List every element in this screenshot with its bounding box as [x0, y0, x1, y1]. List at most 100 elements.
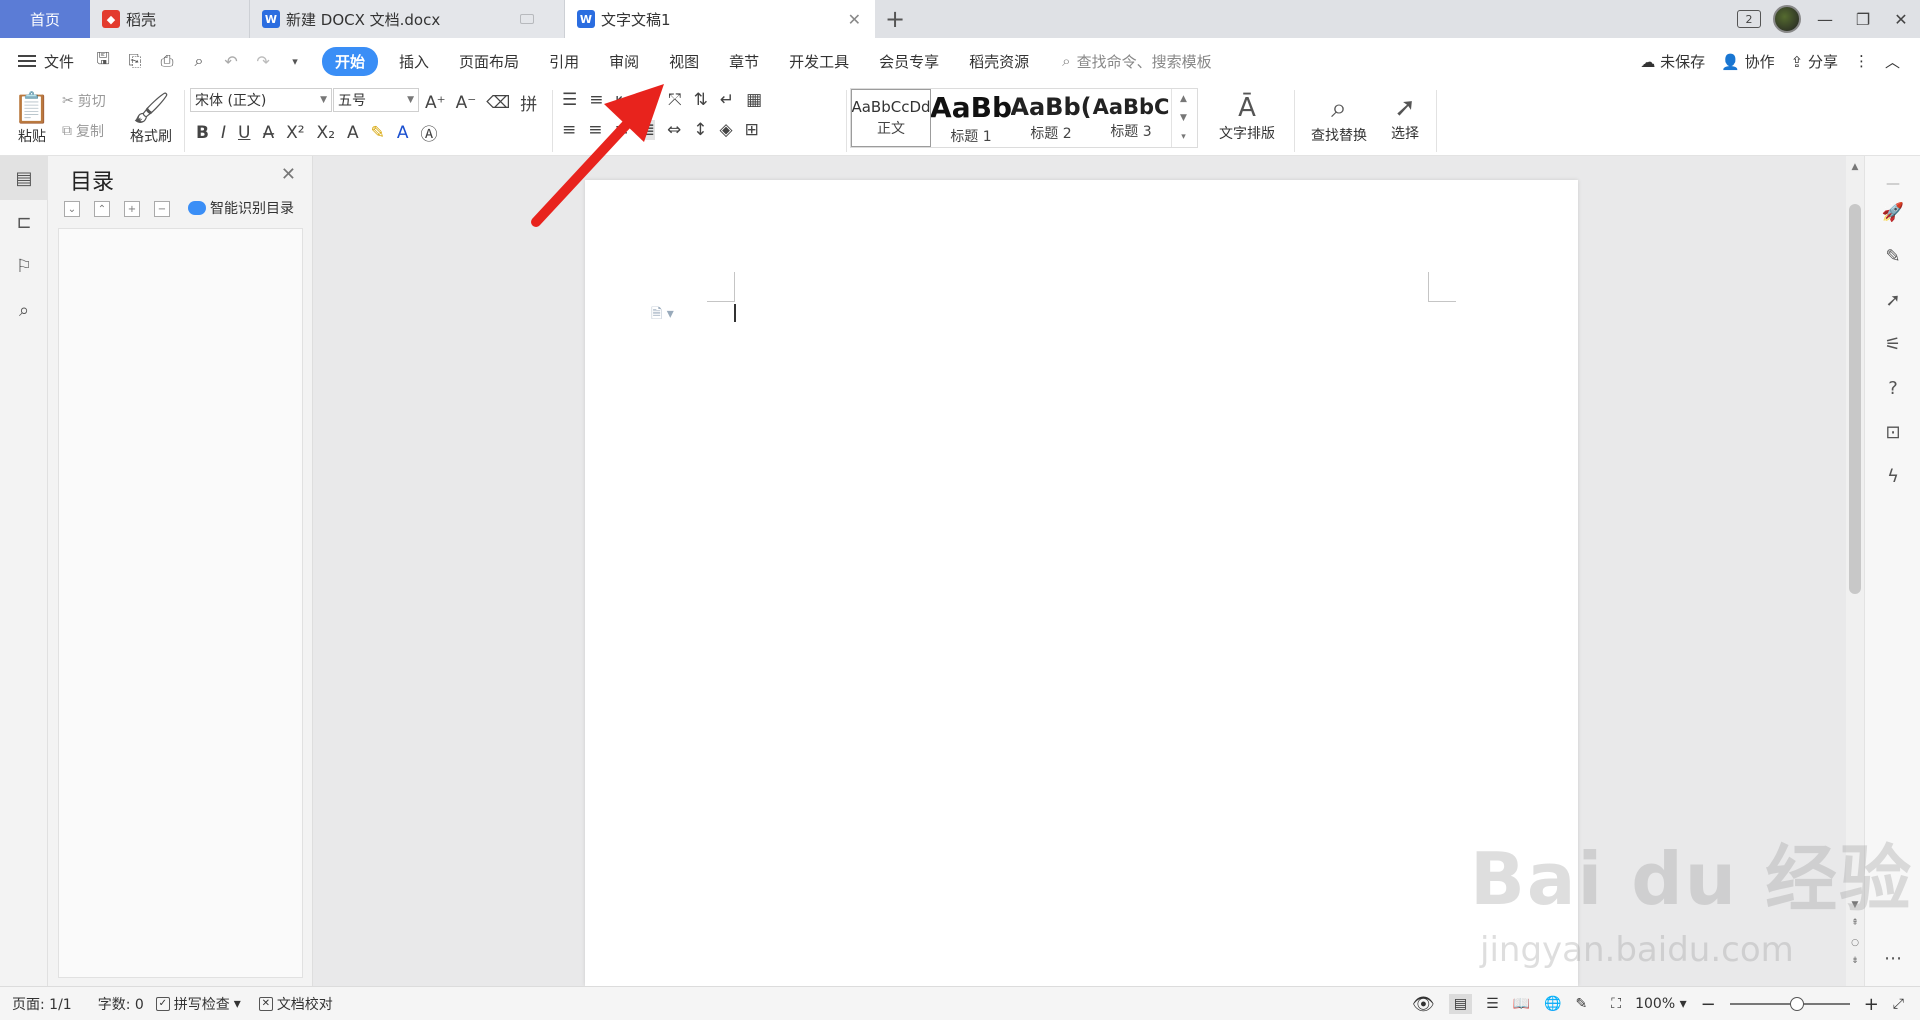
share-button[interactable]: ⇪ 分享 [1791, 51, 1838, 72]
font-color-icon[interactable]: A [397, 123, 409, 143]
multi-window-button[interactable]: 2 [1730, 0, 1768, 38]
zoom-slider[interactable] [1729, 997, 1850, 1011]
add-level-icon[interactable]: + [124, 201, 140, 217]
eye-protect-icon[interactable]: 👁 [1412, 994, 1435, 1015]
chevron-up-icon[interactable]: ▲ [1846, 162, 1864, 172]
tab-review[interactable]: 审阅 [594, 51, 654, 72]
expand-all-icon[interactable]: ⌄ [64, 201, 80, 217]
new-tab-button[interactable]: + [875, 0, 915, 38]
text-layout-button[interactable]: Ā 文字排版 [1210, 88, 1284, 148]
pen-icon[interactable]: ✎ [1865, 246, 1920, 267]
more-icon[interactable]: ⋮ [1854, 52, 1869, 70]
more-icon[interactable]: ⋯ [1865, 948, 1920, 969]
find-replace-button[interactable]: ⌕ 查找替换 [1302, 88, 1376, 148]
page-view-icon[interactable]: ▤ [1448, 994, 1473, 1014]
minimize-button[interactable]: — [1806, 0, 1844, 38]
cut-button[interactable]: ✂ 剪切 [62, 88, 106, 114]
close-window-button[interactable]: ✕ [1882, 0, 1920, 38]
tab-docx[interactable]: W 新建 DOCX 文档.docx [250, 0, 565, 38]
format-painter-button[interactable]: 🖌 格式刷 [126, 88, 176, 148]
style-normal[interactable]: AaBbCcDd 正文 [851, 89, 931, 147]
shrink-font-icon[interactable]: A⁻ [456, 93, 477, 113]
zoom-out-button[interactable]: − [1701, 994, 1716, 1015]
char-border-icon[interactable]: Ⓐ [421, 120, 438, 145]
pointer-icon[interactable]: ➚ [1865, 290, 1920, 311]
restore-button[interactable]: ❐ [1844, 0, 1882, 38]
zoom-in-button[interactable]: + [1864, 994, 1879, 1015]
strikethrough-icon[interactable]: A̶ [262, 123, 274, 143]
chinese-layout-icon[interactable]: ⤧ [668, 90, 682, 110]
tab-chapter[interactable]: 章节 [714, 51, 774, 72]
close-icon[interactable]: ✕ [281, 164, 296, 185]
paragraph-doc-icon[interactable]: 🗎 ▾ [651, 303, 674, 327]
chapter-nav-button[interactable]: ⊏ [0, 200, 48, 244]
zoom-slider-knob[interactable] [1789, 997, 1804, 1011]
lightning-icon[interactable]: ϟ [1865, 466, 1920, 487]
collapse-panel-icon[interactable]: — [1865, 176, 1920, 192]
clear-format-icon[interactable]: ⌫ [486, 93, 510, 113]
fullscreen-icon[interactable]: ⤢ [1893, 996, 1904, 1012]
collab-button[interactable]: 👤 协作 [1721, 51, 1774, 72]
font-size-select[interactable]: 五号 ▼ [333, 88, 419, 112]
fit-page-icon[interactable]: ⛶ [1611, 996, 1621, 1012]
collapse-all-icon[interactable]: ⌃ [94, 201, 110, 217]
rocket-icon[interactable]: 🚀 [1865, 202, 1920, 223]
proofread-button[interactable]: ✕ 文档校对 [258, 994, 333, 1014]
word-count[interactable]: 字数: 0 [98, 994, 144, 1014]
smart-toc-button[interactable]: 智能识别目录 [188, 198, 294, 218]
web-view-icon[interactable]: 🌐 [1544, 996, 1561, 1012]
subscript-icon[interactable]: X₂ [317, 123, 335, 143]
toc-nav-button[interactable]: ▤ [0, 156, 48, 200]
tab-member[interactable]: 会员专享 [864, 51, 954, 72]
settings-sliders-icon[interactable]: ⚟ [1865, 334, 1920, 355]
text-effect-icon[interactable]: A [347, 123, 359, 143]
tab-home[interactable]: 首页 [0, 0, 90, 38]
print-icon[interactable]: ⎙ [156, 51, 178, 71]
tab-page-layout[interactable]: 页面布局 [444, 51, 534, 72]
align-left-icon[interactable]: ≡ [562, 120, 576, 140]
paste-button[interactable]: 📋 粘贴 [10, 88, 54, 148]
copy-button[interactable]: ⧉ 复制 [62, 118, 104, 144]
style-heading-2[interactable]: AaBb( 标题 2 [1011, 89, 1091, 147]
distribute-icon[interactable]: ⇔ [667, 120, 681, 140]
sort-icon[interactable]: ⇅ [694, 90, 708, 110]
next-page-icon[interactable]: ⇟ [1846, 956, 1864, 966]
align-center-icon[interactable]: ≡ [588, 120, 602, 140]
collapse-ribbon-icon[interactable]: ︿ [1885, 51, 1900, 72]
customize-icon[interactable]: ▾ [284, 55, 306, 68]
bookmark-nav-button[interactable]: ⚐ [0, 244, 48, 288]
remove-level-icon[interactable]: − [154, 201, 170, 217]
print-preview-icon[interactable]: ⌕ [188, 51, 210, 71]
undo-icon[interactable]: ↶ [220, 52, 242, 71]
tab-daoke[interactable]: ◆ 稻壳 [90, 0, 250, 38]
style-heading-3[interactable]: AaBbC 标题 3 [1091, 89, 1171, 147]
file-menu[interactable]: 文件 [18, 51, 74, 72]
tab-ruler-icon[interactable]: ▦ [746, 90, 762, 110]
underline-icon[interactable]: U [238, 123, 250, 143]
numbered-list-icon[interactable]: ≡ [589, 90, 603, 110]
font-name-select[interactable]: 宋体 (正文) ▼ [190, 88, 332, 112]
select-browse-icon[interactable]: ○ [1846, 938, 1864, 948]
tab-view[interactable]: 视图 [654, 51, 714, 72]
decrease-indent-icon[interactable]: ⇤ [616, 90, 630, 110]
scroll-thumb[interactable] [1849, 204, 1861, 594]
phonetic-icon[interactable]: 拼 [520, 90, 537, 115]
borders-icon[interactable]: ⊞ [745, 120, 759, 140]
style-heading-1[interactable]: AaBb 标题 1 [931, 89, 1011, 147]
tab-start[interactable]: 开始 [322, 46, 379, 76]
align-right-icon[interactable]: ≡ [615, 120, 629, 140]
line-spacing-icon[interactable]: ↕ [693, 120, 707, 140]
save-icon[interactable]: 🖫 [92, 48, 114, 75]
style-gallery-scroll[interactable]: ▲ ▼ ▾ [1171, 89, 1195, 147]
command-search[interactable]: ⌕ 查找命令、搜索模板 [1062, 51, 1211, 72]
image-tool-icon[interactable]: ⊡ [1865, 422, 1920, 443]
bold-icon[interactable]: B [196, 123, 209, 143]
italic-icon[interactable]: I [221, 123, 226, 143]
close-tab-icon[interactable]: ✕ [848, 10, 861, 29]
grow-font-icon[interactable]: A⁺ [425, 93, 446, 113]
redo-icon[interactable]: ↷ [252, 52, 274, 71]
show-marks-icon[interactable]: ↵ [720, 90, 734, 110]
tab-insert[interactable]: 插入 [384, 51, 444, 72]
user-avatar-button[interactable] [1768, 0, 1806, 38]
write-mode-icon[interactable]: ✎ [1576, 996, 1588, 1012]
